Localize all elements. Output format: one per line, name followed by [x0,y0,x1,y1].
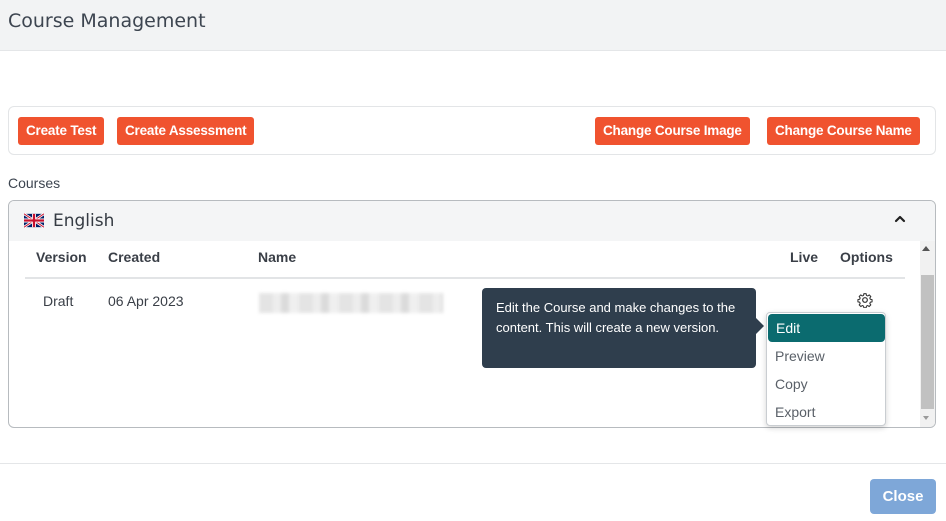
create-test-button[interactable]: Create Test [18,117,105,145]
column-header-name: Name [258,249,297,265]
change-course-name-button[interactable]: Change Course Name [767,117,920,145]
cell-version: Draft [43,293,74,309]
uk-flag-icon [24,213,44,228]
column-header-version: Version [36,249,87,265]
scroll-down-arrow-icon[interactable] [923,416,929,420]
courses-label: Courses [8,175,61,191]
change-course-image-button[interactable]: Change Course Image [595,117,750,145]
menu-item-edit[interactable]: Edit [768,314,885,342]
cell-created: 06 Apr 2023 [108,293,184,309]
menu-item-export[interactable]: Export [767,398,885,426]
header-divider [25,277,905,279]
scrollbar-thumb[interactable] [921,275,934,409]
cell-name-redacted [259,293,443,313]
scroll-up-arrow-icon[interactable] [922,246,930,251]
page-title: Course Management [8,10,206,32]
modal-header: Course Management [0,0,946,51]
chevron-up-icon[interactable] [893,212,907,226]
gear-icon[interactable] [857,292,873,308]
toolbar: Create Test Create Assessment Change Cou… [8,106,936,155]
column-header-created: Created [108,249,161,265]
column-header-live: Live [790,249,819,265]
language-label: English [53,211,115,231]
options-menu: Edit Preview Copy Export [766,312,886,426]
close-button[interactable]: Close [870,479,936,514]
menu-item-preview[interactable]: Preview [767,342,885,370]
create-assessment-button[interactable]: Create Assessment [117,117,255,145]
column-header-options: Options [840,249,893,265]
panel-header[interactable]: English [9,201,935,241]
footer-divider [0,463,946,464]
menu-item-copy[interactable]: Copy [767,370,885,398]
edit-tooltip: Edit the Course and make changes to the … [482,288,764,368]
